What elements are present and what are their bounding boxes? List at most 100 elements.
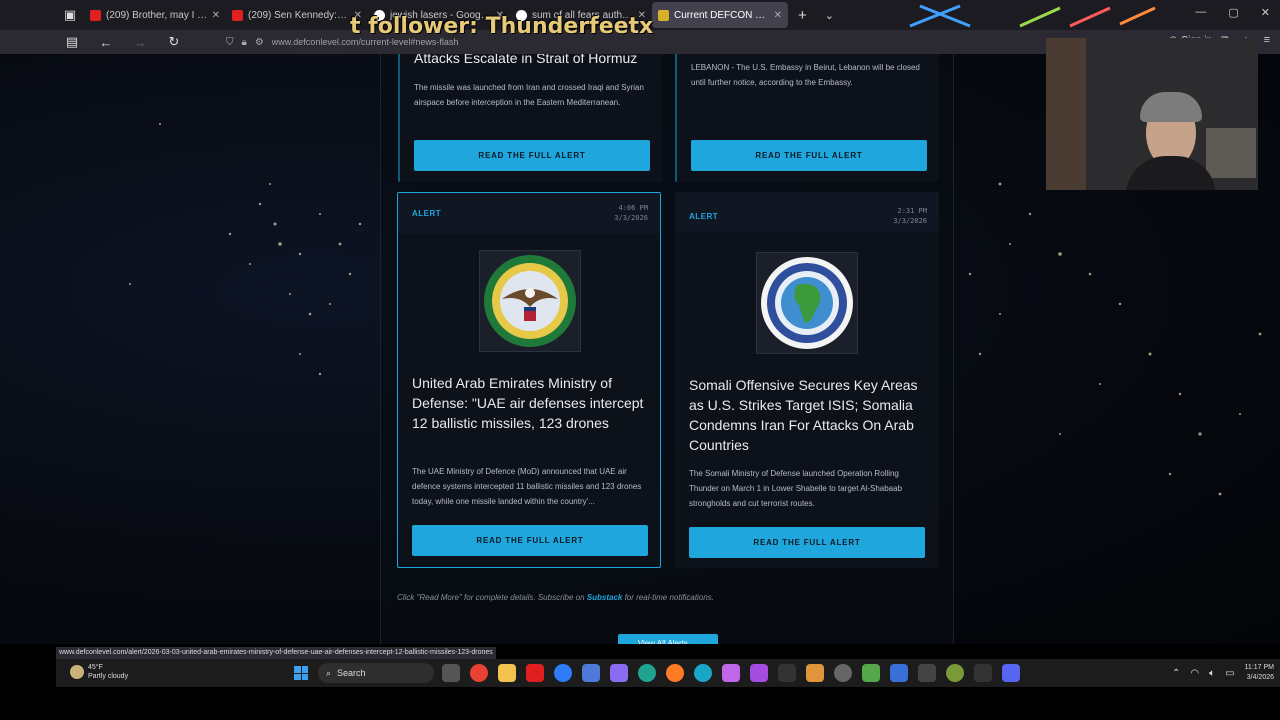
read-full-alert-button[interactable]: READ THE FULL ALERT <box>412 525 648 556</box>
chevron-up-icon[interactable]: ⌃ <box>1172 668 1180 679</box>
alert-timestamp: 4:06 PM 3/3/2026 <box>614 203 648 223</box>
battery-icon[interactable]: ▭ <box>1225 668 1234 679</box>
alert-card-somalia[interactable]: ALERT 2:31 PM 3/3/2026 Somali Offensive … <box>675 192 939 568</box>
stream-follower-overlay: t follower: Thunderfeetx <box>350 14 654 39</box>
browser-tab-2[interactable]: (209) Sen Kennedy: May he RE ✕ <box>226 2 368 28</box>
alert-timestamp: 2:31 PM 3/3/2026 <box>893 206 927 226</box>
volume-icon[interactable]: 🔈︎ <box>1209 668 1215 679</box>
discord-icon[interactable] <box>1002 664 1020 682</box>
clock-date: 3/4/2026 <box>1246 674 1274 681</box>
lock-icon[interactable]: 🔒︎ <box>242 37 247 48</box>
chrome-icon[interactable] <box>470 664 488 682</box>
edge-icon[interactable] <box>638 664 656 682</box>
system-tray: ⌃ ◠ 🔈︎ ▭ 11:17 PM 3/4/2026 <box>1172 663 1274 683</box>
app-icon[interactable] <box>750 664 768 682</box>
search-icon: ⌕ <box>326 667 332 678</box>
alert-card-top-right: LEBANON - The U.S. Embassy in Beirut, Le… <box>675 54 939 182</box>
shield-icon[interactable]: ⛉ <box>226 37 234 48</box>
menu-icon[interactable]: ≡ <box>1264 34 1270 47</box>
alert-time: 4:06 PM <box>618 204 648 212</box>
browser-tab-active[interactable]: Current DEFCON Level 2026 | T ✕ <box>652 2 788 28</box>
footnote-text-end: for real-time notifications. <box>622 593 714 602</box>
youtube-icon[interactable] <box>526 664 544 682</box>
store-icon[interactable] <box>582 664 600 682</box>
app-icon[interactable] <box>722 664 740 682</box>
page-settings-icon[interactable]: ⚙ <box>255 37 264 48</box>
clock[interactable]: 11:17 PM 3/4/2026 <box>1245 663 1274 683</box>
alert-headline[interactable]: Attacks Escalate in Strait of Hormuz <box>414 54 650 68</box>
firefox-icon[interactable] <box>666 664 684 682</box>
close-window-icon[interactable]: ✕ <box>1261 6 1270 19</box>
link-status-url: www.defconlevel.com/alert/2026-03-03-uni… <box>56 647 496 659</box>
defcon-icon <box>658 9 669 21</box>
substack-link[interactable]: Substack <box>587 593 623 602</box>
read-full-alert-button[interactable]: READ THE FULL ALERT <box>691 140 927 171</box>
laser-decoration <box>909 4 1156 28</box>
app-icon[interactable] <box>778 664 796 682</box>
sidebar-icon[interactable]: ▤ <box>60 34 84 50</box>
browser-tab-1[interactable]: (209) Brother, may I look in your ✕ <box>84 2 226 28</box>
footnote-text: Click "Read More" for complete details. … <box>397 593 587 602</box>
webcam-overlay <box>1046 38 1258 190</box>
weather-temp: 45°F <box>88 664 103 671</box>
taskbar-inner: 45°F Partly cloudy ⌕ Search ⌃ ◠ 🔈︎ ▭ 11:… <box>56 659 1280 687</box>
view-all-alerts-button[interactable]: View All Alerts → <box>618 634 718 644</box>
africom-seal-icon <box>761 257 853 349</box>
centcom-seal-icon <box>484 255 576 347</box>
tab-overview-icon[interactable]: ▣ <box>56 1 84 29</box>
chevron-down-icon[interactable]: ⌄ <box>825 9 834 22</box>
taskbar: 45°F Partly cloudy ⌕ Search ⌃ ◠ 🔈︎ ▭ 11:… <box>0 659 1280 720</box>
youtube-icon <box>232 9 243 21</box>
read-full-alert-button[interactable]: READ THE FULL ALERT <box>414 140 650 171</box>
app-icon[interactable] <box>834 664 852 682</box>
alert-card-top-left: Attacks Escalate in Strait of Hormuz The… <box>398 54 662 182</box>
close-tab-icon[interactable]: ✕ <box>774 10 782 21</box>
alert-summary: The Somali Ministry of Defense launched … <box>689 469 903 508</box>
clock-time: 11:17 PM <box>1244 664 1274 671</box>
taskbar-search-label: Search <box>337 668 366 678</box>
tab-title: (209) Sen Kennedy: May he RE <box>248 9 350 21</box>
windows-start-icon[interactable] <box>294 666 308 680</box>
alert-summary: The missile was launched from Iran and c… <box>414 83 644 107</box>
minimize-icon[interactable]: — <box>1195 6 1206 19</box>
file-explorer-icon[interactable] <box>498 664 516 682</box>
alert-time: 2:31 PM <box>897 207 927 215</box>
taskbar-search[interactable]: ⌕ Search <box>318 663 434 683</box>
window-controls: — ▢ ✕ <box>1195 6 1270 19</box>
app-icon[interactable] <box>974 664 992 682</box>
alert-summary: The UAE Ministry of Defence (MoD) announ… <box>412 467 642 506</box>
reload-icon[interactable]: ↻ <box>162 34 186 50</box>
alert-tag: ALERT <box>412 209 442 218</box>
footnote: Click "Read More" for complete details. … <box>397 593 714 602</box>
alert-summary: LEBANON - The U.S. Embassy in Beirut, Le… <box>691 63 920 87</box>
new-tab-button[interactable]: + <box>798 7 807 24</box>
tab-title: (209) Brother, may I look in your <box>106 9 208 21</box>
copilot-icon[interactable] <box>610 664 628 682</box>
app-icon[interactable] <box>918 664 936 682</box>
app-icon[interactable] <box>694 664 712 682</box>
task-view-icon[interactable] <box>442 664 460 682</box>
maximize-icon[interactable]: ▢ <box>1228 6 1238 19</box>
back-icon[interactable]: ← <box>94 35 118 50</box>
alert-headline[interactable]: United Arab Emirates Ministry of Defense… <box>412 373 648 433</box>
weather-icon <box>70 665 84 679</box>
close-tab-icon[interactable]: ✕ <box>212 10 220 21</box>
app-icon[interactable] <box>862 664 880 682</box>
wifi-icon[interactable]: ◠ <box>1190 668 1199 679</box>
app-icon[interactable] <box>946 664 964 682</box>
alert-card-uae[interactable]: ALERT 4:06 PM 3/3/2026 United Arab Emira… <box>397 192 661 568</box>
app-icon[interactable] <box>806 664 824 682</box>
messenger-icon[interactable] <box>554 664 572 682</box>
centcom-seal-image <box>479 250 581 352</box>
alert-headline[interactable]: Somali Offensive Secures Key Areas as U.… <box>689 375 925 455</box>
weather-condition: Partly cloudy <box>88 673 129 680</box>
alert-date: 3/3/2026 <box>893 217 927 225</box>
forward-icon[interactable]: → <box>128 35 152 50</box>
app-icon[interactable] <box>890 664 908 682</box>
alert-tag: ALERT <box>689 212 719 221</box>
read-full-alert-button[interactable]: READ THE FULL ALERT <box>689 527 925 558</box>
tab-title: Current DEFCON Level 2026 | T <box>674 9 770 21</box>
weather-widget[interactable]: 45°F Partly cloudy <box>70 663 128 681</box>
taskbar-apps <box>442 664 1020 682</box>
alert-date: 3/3/2026 <box>614 214 648 222</box>
